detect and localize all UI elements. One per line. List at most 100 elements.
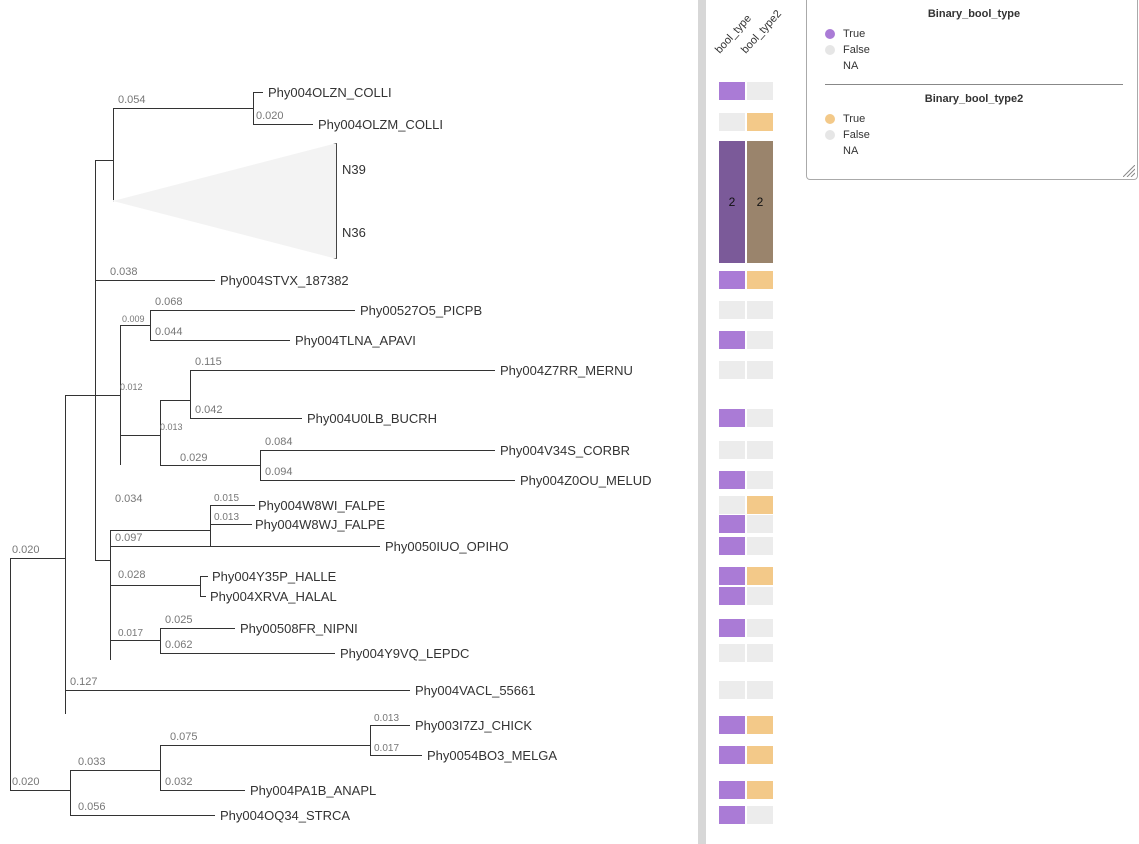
legend-item[interactable]: True <box>825 26 1123 42</box>
leaf-label[interactable]: Phy004W8WJ_FALPE <box>255 517 385 532</box>
legend-item[interactable]: False <box>825 127 1123 143</box>
leaf-label[interactable]: Phy004U0LB_BUCRH <box>307 411 437 426</box>
tree-edge <box>200 576 208 577</box>
collapsed-clade[interactable] <box>113 143 337 259</box>
heatmap-cell[interactable] <box>747 619 773 637</box>
branch-length: 0.032 <box>165 776 193 788</box>
leaf-label[interactable]: N36 <box>342 225 366 240</box>
heatmap-cell[interactable] <box>747 471 773 489</box>
heatmap-cell[interactable] <box>719 361 745 379</box>
leaf-label[interactable]: Phy004OLZN_COLLI <box>268 85 392 100</box>
heatmap-cell[interactable] <box>747 587 773 605</box>
heatmap-cell[interactable] <box>719 781 745 799</box>
heatmap-cell[interactable] <box>747 537 773 555</box>
swatch-icon <box>825 45 835 55</box>
branch-length: 0.013 <box>374 713 399 724</box>
leaf-label[interactable]: Phy004XRVA_HALAL <box>210 589 337 604</box>
resize-handle-icon[interactable] <box>1123 165 1135 177</box>
tree-edge <box>95 560 110 561</box>
legend-label: True <box>843 26 865 42</box>
heatmap-cell[interactable] <box>719 716 745 734</box>
leaf-label[interactable]: Phy004Y35P_HALLE <box>212 569 336 584</box>
heatmap-cell[interactable] <box>747 496 773 514</box>
leaf-label[interactable]: Phy00508FR_NIPNI <box>240 621 358 636</box>
leaf-label[interactable]: Phy004V34S_CORBR <box>500 443 630 458</box>
heatmap-cell[interactable] <box>747 746 773 764</box>
tree-edge <box>160 790 245 791</box>
leaf-label[interactable]: Phy004Y9VQ_LEPDC <box>340 646 469 661</box>
branch-length: 0.009 <box>122 314 145 324</box>
heatmap-cell[interactable] <box>719 806 745 824</box>
tree-edge <box>160 400 161 465</box>
heatmap-cell[interactable] <box>747 409 773 427</box>
branch-length: 0.033 <box>78 756 106 768</box>
heatmap-cell[interactable] <box>747 644 773 662</box>
tree-edge <box>210 505 211 546</box>
heatmap-cell[interactable] <box>747 271 773 289</box>
tree-edge <box>95 160 113 161</box>
heatmap-cell[interactable] <box>719 409 745 427</box>
heatmap-cell[interactable] <box>747 113 773 131</box>
heatmap-cell[interactable] <box>719 496 745 514</box>
heatmap-cell[interactable] <box>719 82 745 100</box>
heatmap-cell[interactable] <box>747 441 773 459</box>
branch-length: 0.025 <box>165 614 193 626</box>
leaf-label[interactable]: Phy004Z7RR_MERNU <box>500 363 633 378</box>
heatmap-cell[interactable] <box>747 681 773 699</box>
heatmap-cell[interactable] <box>747 515 773 533</box>
legend-item[interactable]: NA <box>825 143 1123 159</box>
heatmap-cell[interactable] <box>719 331 745 349</box>
leaf-label[interactable]: Phy004OLZM_COLLI <box>318 117 443 132</box>
branch-length: 0.094 <box>265 466 293 478</box>
leaf-label[interactable]: Phy00527O5_PICPB <box>360 303 482 318</box>
heatmap-cell[interactable] <box>747 301 773 319</box>
tree-edge <box>200 576 201 596</box>
tree-edge <box>70 815 215 816</box>
heatmap-cell[interactable] <box>719 587 745 605</box>
tree-edge <box>253 124 313 125</box>
heatmap-cell[interactable] <box>719 271 745 289</box>
leaf-label[interactable]: Phy004W8WI_FALPE <box>258 498 385 513</box>
leaf-label[interactable]: Phy004Z0OU_MELUD <box>520 473 652 488</box>
heatmap-cell[interactable] <box>719 644 745 662</box>
tree-edge <box>370 725 410 726</box>
heatmap-cell[interactable] <box>747 82 773 100</box>
leaf-label[interactable]: Phy004STVX_187382 <box>220 273 349 288</box>
heatmap-cell[interactable] <box>719 301 745 319</box>
heatmap-cell[interactable] <box>747 806 773 824</box>
branch-length: 0.075 <box>170 731 198 743</box>
heatmap-cell[interactable] <box>747 567 773 585</box>
vertical-divider[interactable] <box>698 0 706 844</box>
leaf-label[interactable]: N39 <box>342 162 366 177</box>
tree-edge <box>370 725 371 755</box>
tree-edge <box>160 745 370 746</box>
leaf-label[interactable]: Phy004TLNA_APAVI <box>295 333 416 348</box>
legend-item[interactable]: True <box>825 111 1123 127</box>
heatmap-cell[interactable] <box>719 619 745 637</box>
leaf-label[interactable]: Phy004OQ34_STRCA <box>220 808 350 823</box>
heatmap-cell[interactable] <box>747 331 773 349</box>
leaf-label[interactable]: Phy0050IUO_OPIHO <box>385 539 509 554</box>
heatmap-cell[interactable] <box>719 441 745 459</box>
leaf-label[interactable]: Phy004VACL_55661 <box>415 683 535 698</box>
legend-item[interactable]: False <box>825 42 1123 58</box>
leaf-label[interactable]: Phy003I7ZJ_CHICK <box>415 718 532 733</box>
leaf-label[interactable]: Phy0054BO3_MELGA <box>427 748 557 763</box>
phylo-tree[interactable]: 0.020 0.020 Phy004OLZN_COLLI Phy004OLZM_… <box>0 0 695 844</box>
leaf-label[interactable]: Phy004PA1B_ANAPL <box>250 783 376 798</box>
legend-item[interactable]: NA <box>825 58 1123 74</box>
heatmap-cell[interactable] <box>747 781 773 799</box>
heatmap-cell[interactable] <box>719 471 745 489</box>
legend-title: Binary_bool_type2 <box>825 93 1123 105</box>
heatmap-cell[interactable] <box>719 567 745 585</box>
heatmap-cell[interactable] <box>719 746 745 764</box>
branch-length: 0.017 <box>118 628 143 639</box>
heatmap-cell[interactable] <box>747 716 773 734</box>
heatmap-cell[interactable] <box>747 361 773 379</box>
heatmap-cell[interactable] <box>719 515 745 533</box>
heatmap-cell[interactable] <box>719 113 745 131</box>
branch-length: 0.013 <box>214 512 239 523</box>
heatmap-cell[interactable] <box>719 537 745 555</box>
heatmap-cell[interactable] <box>719 681 745 699</box>
branch-length: 0.028 <box>118 569 146 581</box>
